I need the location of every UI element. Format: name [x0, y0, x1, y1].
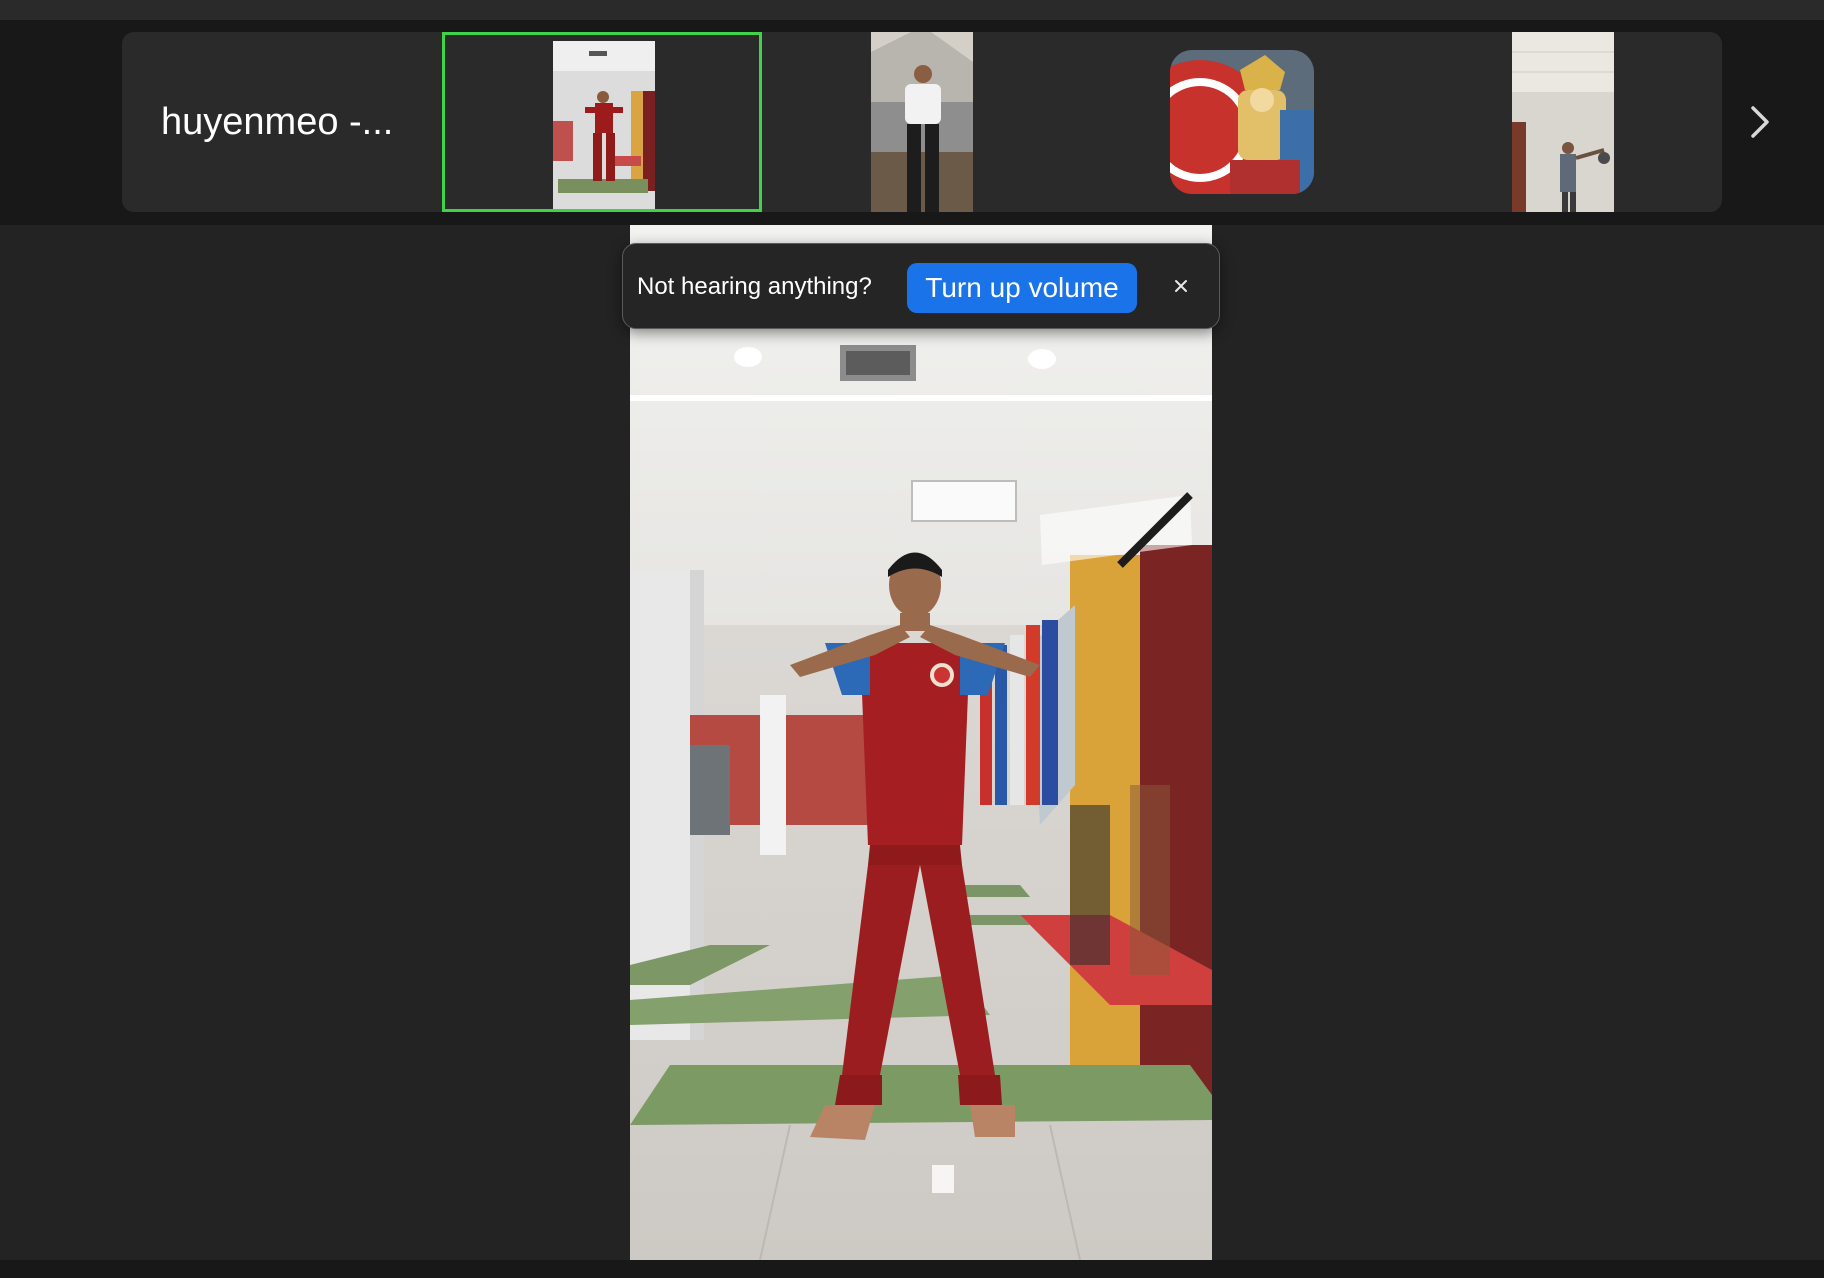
- participant-video-image: [553, 41, 655, 209]
- active-speaker-video[interactable]: [630, 225, 1212, 1260]
- active-speaker-video-image: [630, 225, 1212, 1260]
- participant-tile[interactable]: [1512, 32, 1614, 212]
- chevron-right-icon: [1751, 106, 1769, 138]
- close-icon: [1175, 280, 1187, 292]
- window-bottom-bar: [0, 1260, 1824, 1278]
- turn-up-volume-button[interactable]: Turn up volume: [907, 263, 1137, 313]
- audio-hint-toast: Not hearing anything? Turn up volume: [622, 243, 1220, 329]
- participant-tile-selected[interactable]: [442, 32, 762, 212]
- meeting-window: huyenmeo -... Not hearing anything? Turn…: [0, 0, 1824, 1278]
- participant-avatar-image: [1170, 50, 1314, 194]
- participant-tile[interactable]: [1170, 50, 1314, 194]
- filmstrip-next-button[interactable]: [1738, 100, 1782, 144]
- toast-close-button[interactable]: [1161, 266, 1201, 306]
- participant-video-image: [871, 32, 973, 212]
- participant-video-thumbnail: [553, 41, 655, 209]
- window-top-bar: [0, 0, 1824, 20]
- active-speaker-name: huyenmeo -...: [161, 101, 394, 143]
- participant-video-image: [1512, 32, 1614, 212]
- toast-message: Not hearing anything?: [637, 273, 872, 300]
- participant-tile[interactable]: [871, 32, 973, 212]
